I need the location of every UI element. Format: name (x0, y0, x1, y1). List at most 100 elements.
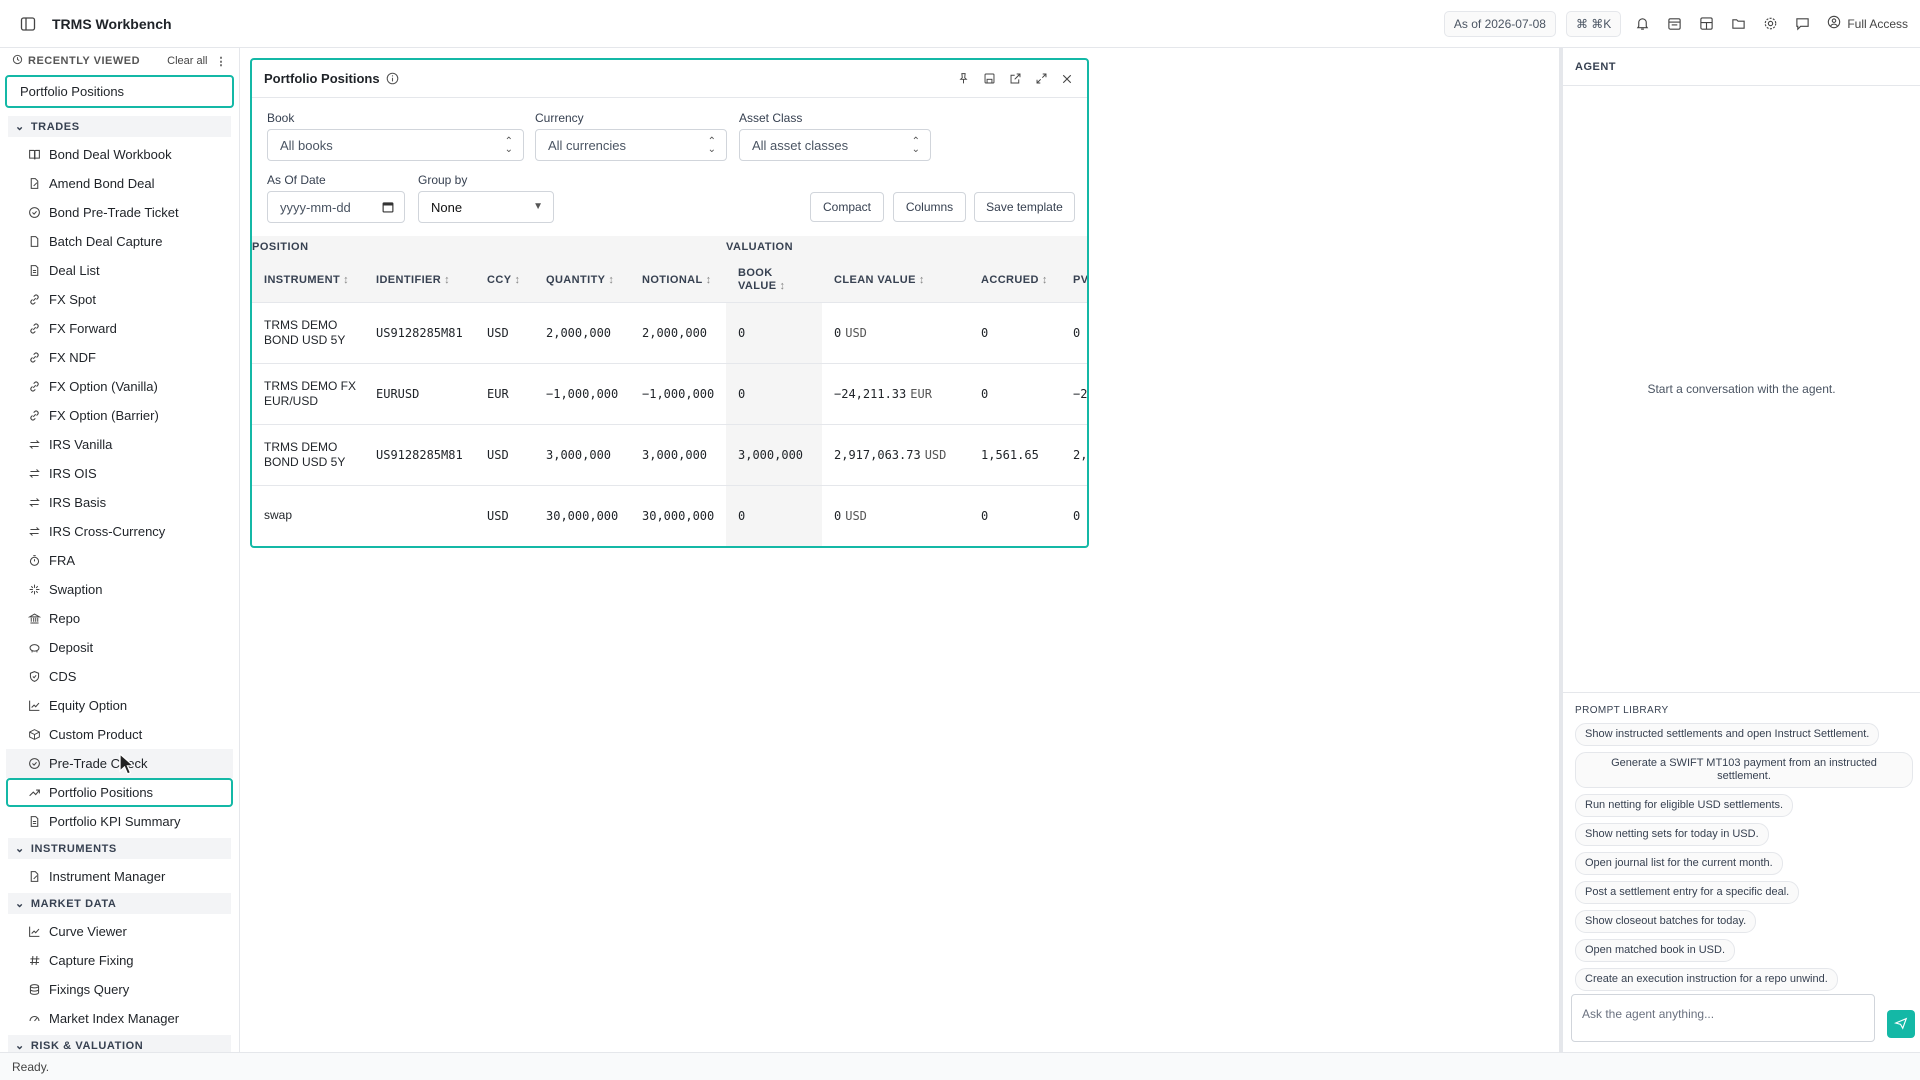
sidebar-item-custom-product[interactable]: Custom Product (6, 720, 233, 749)
layout-icon[interactable] (1695, 13, 1717, 35)
maximize-icon[interactable] (1033, 71, 1049, 87)
sidebar-item-cds[interactable]: CDS (6, 662, 233, 691)
as-of-date-input[interactable]: yyyy-mm-dd (267, 191, 405, 223)
column-header-ccy[interactable]: CCY ↕ (475, 258, 534, 303)
cell-value: 0 (1073, 508, 1081, 523)
bell-icon[interactable] (1631, 13, 1653, 35)
cell-value: 0 (738, 386, 746, 401)
chat-icon[interactable] (1791, 13, 1813, 35)
close-icon[interactable] (1059, 71, 1075, 87)
section-trades[interactable]: ⌄ TRADES (8, 116, 231, 137)
sidebar-item-fx-forward[interactable]: FX Forward (6, 314, 233, 343)
prompt-suggestion[interactable]: Run netting for eligible USD settlements… (1575, 794, 1794, 817)
sidebar-item-instrument-manager[interactable]: Instrument Manager (6, 862, 233, 891)
sidebar-item-amend-bond-deal[interactable]: Amend Bond Deal (6, 169, 233, 198)
prompt-suggestion[interactable]: Show closeout batches for today. (1575, 910, 1757, 933)
column-header-label: IDENTIFIER (376, 273, 442, 286)
prompt-suggestion[interactable]: Create an execution instruction for a re… (1575, 968, 1838, 991)
sort-icon[interactable]: ↕ (706, 274, 712, 286)
sidebar-item-fx-spot[interactable]: FX Spot (6, 285, 233, 314)
cell-value: EUR (487, 386, 509, 401)
column-header-identifier[interactable]: IDENTIFIER ↕ (364, 258, 475, 303)
sidebar-item-fx-option-barrier[interactable]: FX Option (Barrier) (6, 401, 233, 430)
sort-icon[interactable]: ↕ (779, 280, 785, 292)
table-row[interactable]: TRMS DEMO BOND USD 5Y US9128285M81 USD 3,00… (252, 424, 1087, 486)
sidebar-item-deal-list[interactable]: Deal List (6, 256, 233, 285)
prompt-suggestion[interactable]: Post a settlement entry for a specific d… (1575, 881, 1800, 904)
as-of-date-chip[interactable]: As of 2026-07-08 (1443, 10, 1556, 37)
sidebar-item-fx-option-vanilla[interactable]: FX Option (Vanilla) (6, 372, 233, 401)
column-header-notional[interactable]: NOTIONAL ↕ (630, 258, 726, 303)
prompt-suggestion[interactable]: Show netting sets for today in USD. (1575, 823, 1769, 846)
group-by-select[interactable]: None ▼ (418, 191, 554, 223)
column-header-accrued[interactable]: ACCRUED ↕ (969, 258, 1061, 303)
sidebar-item-portfolio-positions[interactable]: Portfolio Positions (6, 778, 233, 807)
column-header-clean-value[interactable]: CLEAN VALUE ↕ (822, 258, 969, 303)
prompt-suggestion[interactable]: Generate a SWIFT MT103 payment from an i… (1575, 752, 1913, 788)
compact-button[interactable]: Compact (810, 192, 884, 222)
columns-button[interactable]: Columns (893, 192, 966, 222)
sidebar-item-irs-ois[interactable]: IRS OIS (6, 459, 233, 488)
calendar-icon[interactable] (1663, 13, 1685, 35)
prompt-suggestion[interactable]: Open matched book in USD. (1575, 939, 1736, 962)
sidebar-item-equity-option[interactable]: Equity Option (6, 691, 233, 720)
table-row[interactable]: TRMS DEMO FX EUR/USD EURUSD EUR −1,000,000 −… (252, 363, 1087, 425)
recent-item-portfolio-positions[interactable]: Portfolio Positions (5, 75, 234, 108)
sidebar-item-irs-cross-currency[interactable]: IRS Cross-Currency (6, 517, 233, 546)
pin-icon[interactable] (955, 71, 971, 87)
column-header-book-value[interactable]: BOOK VALUE ↕ (726, 258, 822, 303)
agent-chat-input[interactable]: Ask the agent anything... (1571, 994, 1875, 1042)
calendar-icon[interactable] (382, 201, 394, 216)
sidebar-item-label: Repo (49, 611, 81, 626)
sidebar-item-label: Curve Viewer (49, 924, 127, 939)
save-template-button[interactable]: Save template (974, 192, 1075, 222)
sidebar-item-batch-deal-capture[interactable]: Batch Deal Capture (6, 227, 233, 256)
sidebar-item-portfolio-kpi-summary[interactable]: Portfolio KPI Summary (6, 807, 233, 836)
column-header-instrument[interactable]: INSTRUMENT ↕ (252, 258, 364, 303)
sort-icon[interactable]: ↕ (919, 274, 925, 286)
folder-icon[interactable] (1727, 13, 1749, 35)
sidebar-item-fra[interactable]: FRA (6, 546, 233, 575)
sidebar-item-repo[interactable]: Repo (6, 604, 233, 633)
asset-class-select-value: All asset classes (752, 137, 849, 153)
sort-icon[interactable]: ↕ (514, 274, 520, 286)
access-indicator[interactable]: Full Access (1827, 15, 1908, 32)
sidebar-item-fx-ndf[interactable]: FX NDF (6, 343, 233, 372)
table-row[interactable]: swap USD 30,000,000 30,000,000 0 0 USD 0 0 (252, 485, 1087, 546)
clear-all-button[interactable]: Clear all (167, 55, 207, 67)
command-palette-shortcut[interactable]: ⌘ ⌘K (1565, 10, 1622, 37)
external-link-icon[interactable] (1007, 71, 1023, 87)
sidebar-item-curve-viewer[interactable]: Curve Viewer (6, 917, 233, 946)
sidebar-item-bond-deal-workbook[interactable]: Bond Deal Workbook (6, 140, 233, 169)
sidebar-item-label: Custom Product (49, 727, 143, 742)
section-market-data[interactable]: ⌄ MARKET DATA (8, 893, 231, 914)
sidebar-item-swaption[interactable]: Swaption (6, 575, 233, 604)
sidebar-toggle-icon[interactable] (18, 14, 38, 34)
sort-icon[interactable]: ↕ (343, 274, 349, 286)
send-button[interactable] (1887, 1010, 1915, 1038)
save-icon[interactable] (981, 71, 997, 87)
sort-icon[interactable]: ↕ (608, 274, 614, 286)
sidebar-item-market-index-manager[interactable]: Market Index Manager (6, 1004, 233, 1033)
sidebar-item-deposit[interactable]: Deposit (6, 633, 233, 662)
sidebar-item-capture-fixing[interactable]: Capture Fixing (6, 946, 233, 975)
prompt-suggestion[interactable]: Show instructed settlements and open Ins… (1575, 723, 1880, 746)
sidebar-item-bond-pre-trade-ticket[interactable]: Bond Pre-Trade Ticket (6, 198, 233, 227)
sort-icon[interactable]: ↕ (1042, 274, 1048, 286)
asset-class-select[interactable]: All asset classes ⌃ ⌄ (739, 129, 931, 161)
currency-select[interactable]: All currencies ⌃ ⌄ (535, 129, 727, 161)
prompt-suggestion[interactable]: Open journal list for the current month. (1575, 852, 1783, 875)
sidebar-item-fixings-query[interactable]: Fixings Query (6, 975, 233, 1004)
sidebar-item-irs-vanilla[interactable]: IRS Vanilla (6, 430, 233, 459)
gear-icon[interactable] (1759, 13, 1781, 35)
column-header-quantity[interactable]: QUANTITY ↕ (534, 258, 630, 303)
section-risk-valuation[interactable]: ⌄ RISK & VALUATION (8, 1035, 231, 1052)
column-header-pv[interactable]: PV (1061, 258, 1087, 303)
info-icon[interactable] (386, 72, 399, 85)
more-options-icon[interactable]: ⋮ (216, 55, 228, 68)
table-row[interactable]: TRMS DEMO BOND USD 5Y US9128285M81 USD 2,00… (252, 302, 1087, 364)
book-select[interactable]: All books ⌃ ⌄ (267, 129, 524, 161)
sort-icon[interactable]: ↕ (444, 274, 450, 286)
sidebar-item-irs-basis[interactable]: IRS Basis (6, 488, 233, 517)
section-instruments[interactable]: ⌄ INSTRUMENTS (8, 838, 231, 859)
